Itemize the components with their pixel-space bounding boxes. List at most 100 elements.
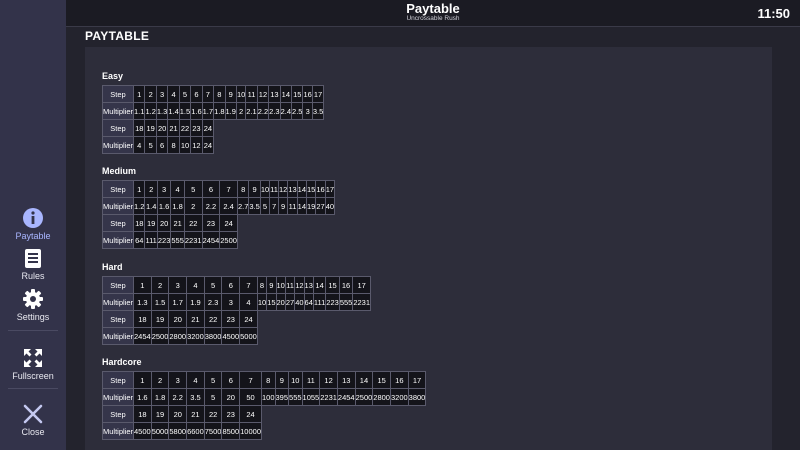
empty-cell — [249, 232, 260, 249]
multiplier-cell: 1.1 — [132, 102, 146, 120]
multiplier-cell: 10 — [256, 293, 268, 311]
empty-cell — [257, 328, 266, 345]
empty-cell — [246, 120, 257, 137]
step-cell: 3 — [168, 371, 188, 389]
multiplier-cell: 2.5 — [291, 102, 304, 120]
multiplier-cell: 1.6 — [156, 197, 172, 215]
info-icon — [23, 208, 43, 228]
sidebar-item-paytable[interactable]: Paytable — [0, 207, 66, 241]
step-cell: 12 — [319, 371, 338, 389]
header-title: Paytable — [406, 1, 460, 16]
multiplier-cell: 2231 — [319, 388, 338, 406]
step-cell: 22 — [203, 310, 223, 328]
step-cell: 16 — [302, 85, 313, 103]
row-label: Multiplier — [101, 293, 135, 311]
empty-cell — [260, 232, 269, 249]
multiplier-cell: 3.5 — [186, 388, 205, 406]
empty-cell — [260, 215, 269, 232]
step-cell: 20 — [156, 214, 172, 232]
sidebar-item-rules[interactable]: Rules — [0, 247, 66, 281]
step-cell: 11 — [245, 85, 258, 103]
multiplier-cell: 1.3 — [155, 102, 169, 120]
empty-cell — [214, 137, 225, 154]
step-cell: 13 — [303, 276, 314, 294]
multiplier-cell: 555 — [338, 293, 354, 311]
multiplier-cell: 223 — [156, 231, 172, 249]
step-cell: 6 — [221, 371, 241, 389]
multiplier-cell: 100 — [261, 388, 276, 406]
step-cell: 12 — [277, 180, 289, 198]
sidebar-item-close[interactable]: Close — [0, 403, 66, 437]
multiplier-cell: 5800 — [168, 422, 188, 440]
empty-cell — [408, 406, 426, 423]
step-cell: 7 — [239, 276, 258, 294]
step-cell: 21 — [167, 119, 180, 137]
multiplier-cell: 40 — [294, 293, 305, 311]
multiplier-cell: 1.2 — [132, 197, 146, 215]
multiplier-cell: 2.2 — [201, 197, 221, 215]
sidebar-item-settings[interactable]: Settings — [0, 288, 66, 322]
step-cell: 17 — [352, 276, 372, 294]
step-cell: 18 — [133, 310, 152, 328]
empty-cell — [276, 311, 285, 328]
multiplier-cell: 1.9 — [224, 102, 237, 120]
step-cell: 10 — [275, 276, 286, 294]
empty-cell — [270, 232, 279, 249]
header-subtitle: Uncrossable Rush — [406, 15, 460, 22]
paytable-table: Step 1 2 3 4 5 6 7 8 9 10 11 12 13 14 15 16 17 Multiplier 1… — [101, 180, 336, 249]
empty-cell — [249, 215, 260, 232]
sidebar-item-fullscreen[interactable]: Fullscreen — [0, 347, 66, 381]
multiplier-cell: 3200 — [186, 327, 205, 345]
multiplier-cell: 12 — [190, 136, 203, 154]
empty-cell — [285, 328, 294, 345]
step-cell: 1 — [133, 276, 152, 294]
multiplier-cell: 5000 — [150, 422, 170, 440]
empty-cell — [303, 137, 312, 154]
step-cell: 24 — [219, 214, 238, 232]
multiplier-cell: 15 — [266, 293, 277, 311]
step-cell: 20 — [155, 119, 169, 137]
sidebar-divider — [8, 388, 58, 389]
step-cell: 24 — [201, 119, 215, 137]
table-row: Multiplier 4 5 6 8 10 12 24 — [101, 136, 324, 154]
empty-cell — [275, 406, 289, 423]
multiplier-cell: 1.8 — [213, 102, 226, 120]
section-title: Easy — [102, 71, 124, 81]
multiplier-cell: 555 — [170, 231, 185, 249]
table-row: Multiplier 1.6 1.8 2.2 3.5 5 20 50 100 395 555 1055… — [101, 388, 427, 406]
step-cell: 5 — [178, 85, 192, 103]
multiplier-cell: 3800 — [203, 327, 223, 345]
empty-cell — [316, 232, 325, 249]
multiplier-cell: 2 — [235, 102, 247, 120]
empty-cell — [312, 137, 323, 154]
step-cell: 3 — [168, 276, 188, 294]
multiplier-cell: 24 — [201, 136, 215, 154]
empty-cell — [276, 328, 285, 345]
step-cell: 15 — [305, 180, 317, 198]
step-cell: 20 — [168, 405, 188, 423]
multiplier-cell: 10000 — [239, 422, 262, 440]
empty-cell — [225, 120, 236, 137]
step-cell: 14 — [354, 371, 374, 389]
multiplier-cell: 2800 — [168, 327, 188, 345]
step-cell: 2 — [144, 85, 157, 103]
multiplier-cell: 8500 — [221, 422, 241, 440]
empty-cell — [302, 406, 320, 423]
step-cell: 19 — [150, 405, 170, 423]
multiplier-cell: 2.4 — [279, 102, 293, 120]
multiplier-cell: 2800 — [372, 388, 391, 406]
paytable-table: Step 1 2 3 4 5 6 7 8 9 10 11 12 13 14 15 16 17 Multiplier 1… — [101, 371, 427, 440]
table-row: Step 1 2 3 4 5 6 7 8 9 10 11 12 13 14 15 16 17 — [101, 371, 427, 389]
multiplier-cell: 5 — [144, 136, 157, 154]
multiplier-cell: 2454 — [133, 327, 152, 345]
step-cell: 14 — [312, 276, 327, 294]
empty-cell — [280, 137, 291, 154]
multiplier-cell: 2.2 — [168, 388, 188, 406]
top-bar: Paytable Uncrossable Rush 11:50 — [66, 0, 800, 27]
empty-cell — [297, 232, 306, 249]
step-cell: 9 — [248, 180, 261, 198]
step-cell: 9 — [224, 85, 237, 103]
multiplier-cell: 8 — [167, 136, 180, 154]
multiplier-cell: 555 — [288, 388, 303, 406]
step-cell: 2 — [150, 371, 170, 389]
